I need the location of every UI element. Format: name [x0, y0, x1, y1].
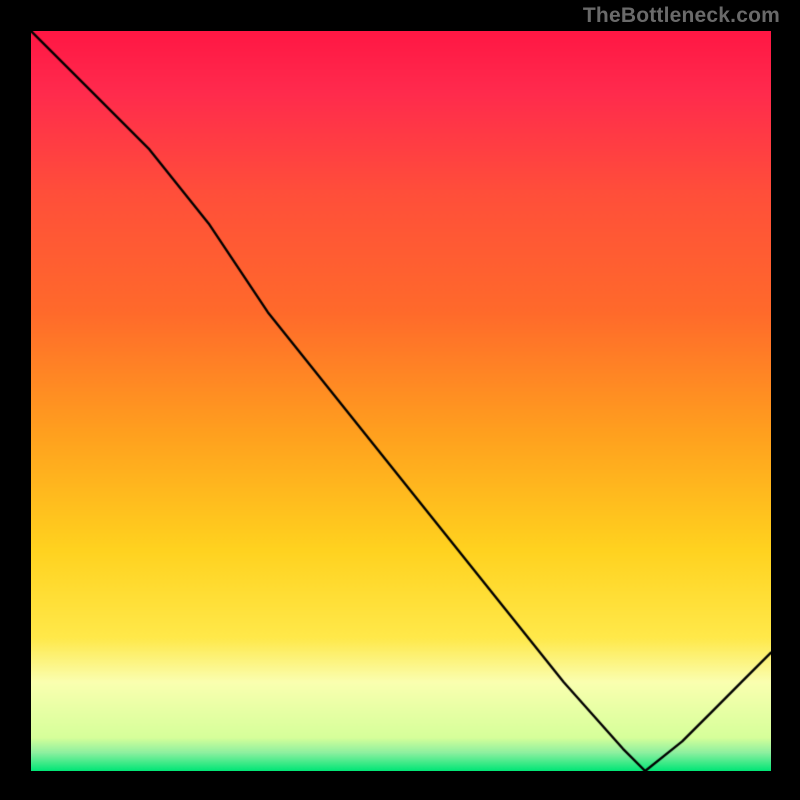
chart-frame: TheBottleneck.com [0, 0, 800, 800]
plot-area [30, 30, 772, 772]
plot-canvas [31, 31, 771, 771]
attribution-link[interactable]: TheBottleneck.com [583, 4, 780, 28]
